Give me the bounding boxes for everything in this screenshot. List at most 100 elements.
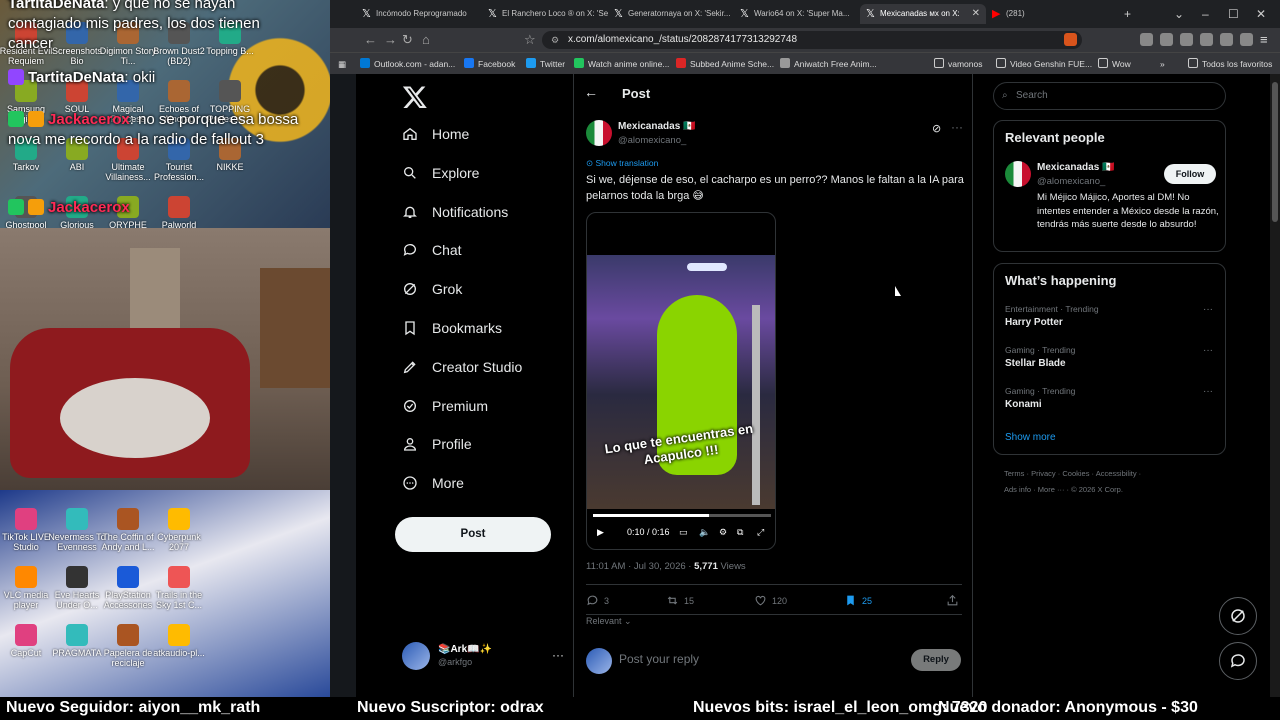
settings-icon[interactable]: ⚙ [719,527,727,538]
footer-link[interactable]: More ··· [1038,485,1065,494]
tab[interactable]: 𝕏 Incómodo Reprogramado [356,4,482,24]
person-name[interactable]: Mexicanadas 🇲🇽 [1037,162,1115,173]
home-icon[interactable]: ⌂ [422,32,430,48]
sort-replies-dropdown[interactable]: Relevant ⌄ [586,616,632,627]
tab[interactable]: ▶ (281) [986,4,1056,24]
nav-item-home[interactable]: Home [402,119,469,149]
footer-link[interactable]: Accessibility [1096,469,1137,478]
bookmark-folder[interactable]: Video Genshin FUE... [996,53,1092,75]
tab[interactable]: 𝕏 Wario64 on X: 'Super Ma... [734,4,860,24]
bookmark-folder[interactable]: vamonos [934,53,983,75]
post-button[interactable]: Post [395,517,551,552]
more-options-icon[interactable]: ··· [1203,345,1213,356]
extension-icon[interactable] [1200,33,1213,46]
video-player[interactable]: Lo que te encuentras en Acapulco !!! ▶ 0… [586,212,776,550]
tab-list-chevron-icon[interactable]: ⌄ [1174,0,1184,28]
bookmark-action[interactable]: 25 [844,594,872,607]
new-tab-button[interactable]: + [1124,0,1131,28]
bookmark-item[interactable]: Twitter [526,53,565,75]
bookmark-item[interactable]: Subbed Anime Sche... [676,53,774,75]
captions-icon[interactable]: ▭ [679,527,688,538]
reload-icon[interactable]: ↻ [402,32,413,48]
more-options-icon[interactable]: ··· [552,648,564,662]
back-arrow-icon[interactable]: ← [584,84,598,100]
video-frame[interactable]: Lo que te encuentras en Acapulco !!! [587,255,775,509]
x-logo-icon[interactable] [402,84,428,110]
nav-item-profile[interactable]: Profile [402,429,472,459]
page-scrollbar[interactable] [1270,74,1280,697]
nav-item-bookmarks[interactable]: Bookmarks [402,313,502,343]
share-action[interactable] [946,594,964,607]
nav-item-grok[interactable]: Grok [402,274,462,304]
tab-active[interactable]: 𝕏 Mexicanadas мx on X: ✕ [860,4,986,24]
tab[interactable]: 𝕏 Generatornaya on X: 'Sekir... [608,4,734,24]
footer-link[interactable]: Cookies [1062,469,1089,478]
desktop-shortcut[interactable]: Cyberpunk 2077 [149,508,209,552]
like-action[interactable]: 120 [754,594,787,607]
bookmark-item[interactable]: Watch anime online... [574,53,669,75]
apps-grid-icon[interactable]: ▦ [338,53,346,75]
reply-button[interactable]: Reply [911,649,961,671]
back-arrow-icon[interactable]: ← [364,32,377,48]
picture-in-picture-icon[interactable]: ⧉ [737,527,743,538]
fullscreen-icon[interactable]: ⤢ [757,527,764,538]
nav-item-notifications[interactable]: Notifications [402,197,508,227]
brave-shield-icon[interactable] [1064,33,1077,46]
author-handle[interactable]: @alomexicano_ [618,135,686,146]
bookmark-folder[interactable]: Todos los favoritos [1188,53,1272,75]
bookmark-item[interactable]: Facebook [464,53,515,75]
show-translation-link[interactable]: ⊙ Show translation [586,158,658,169]
author-avatar[interactable] [1005,161,1031,187]
more-options-icon[interactable]: ··· [1203,304,1213,315]
author-name[interactable]: Mexicanadas 🇲🇽 [618,121,696,132]
grok-fab[interactable] [1219,597,1257,635]
desktop-shortcut[interactable]: atkaudio-pl... [149,624,209,658]
maximize-button[interactable]: ☐ [1228,0,1239,28]
footer-link[interactable]: Ads info [1004,485,1031,494]
url-field[interactable]: ⚙ x.com/alomexicano_/status/208287417731… [542,31,1082,49]
follow-button[interactable]: Follow [1164,164,1216,184]
show-more-link[interactable]: Show more [1005,432,1056,443]
extension-icon[interactable] [1240,33,1253,46]
author-avatar[interactable] [586,120,612,146]
extension-icon[interactable] [1140,33,1153,46]
scrollbar-thumb[interactable] [1272,82,1278,222]
music-icon[interactable] [1180,33,1193,46]
post-timestamp[interactable]: 11:01 AM · Jul 30, 2026 [586,561,686,572]
account-switcher[interactable]: 📚Ark📖✨ @arkfgo ··· [402,642,564,672]
volume-icon[interactable]: 🔈 [699,527,710,538]
nav-item-more[interactable]: More [402,468,464,498]
nav-item-creator[interactable]: Creator Studio [402,352,522,382]
bookmark-item[interactable]: Outlook.com - adan... [360,53,455,75]
bookmark-item[interactable]: Aniwatch Free Anim... [780,53,877,75]
extension-icon[interactable] [1220,33,1233,46]
play-icon[interactable]: ▶ [597,527,604,538]
reply-action[interactable]: 3 [586,594,609,607]
minimize-button[interactable]: – [1202,0,1209,28]
desktop-shortcut[interactable]: Trails in the Sky 1st C... [149,566,209,610]
grok-icon[interactable]: ⊘ [932,122,941,135]
search-input[interactable]: ⌕ Search [993,82,1226,110]
forward-arrow-icon[interactable]: → [384,32,397,48]
more-options-icon[interactable]: ··· [951,120,963,134]
bookmark-folder[interactable]: Wow [1098,53,1131,75]
tab[interactable]: 𝕏 El Ranchero Loco ® on X: 'Sekir... [482,4,608,24]
close-window-button[interactable]: ✕ [1256,0,1266,28]
more-bookmarks-chevron-icon[interactable]: » [1160,53,1165,75]
more-options-icon[interactable]: ··· [1203,386,1213,397]
extension-icon[interactable] [1160,33,1173,46]
bookmark-star-icon[interactable]: ☆ [524,32,536,48]
nav-item-premium[interactable]: Premium [402,391,488,421]
nav-item-explore[interactable]: Explore [402,158,479,188]
messages-fab[interactable] [1219,642,1257,680]
reply-input[interactable]: Post your reply [619,652,699,666]
video-progress-bar[interactable] [593,514,771,517]
person-handle[interactable]: @alomexicano_ [1037,176,1105,187]
repost-action[interactable]: 15 [666,594,694,607]
menu-icon[interactable]: ≡ [1260,32,1268,48]
site-info-icon[interactable]: ⚙ [551,31,559,49]
close-tab-icon[interactable]: ✕ [972,4,980,24]
footer-link[interactable]: Privacy [1031,469,1056,478]
nav-item-chat[interactable]: Chat [402,235,462,265]
footer-link[interactable]: Terms [1004,469,1024,478]
